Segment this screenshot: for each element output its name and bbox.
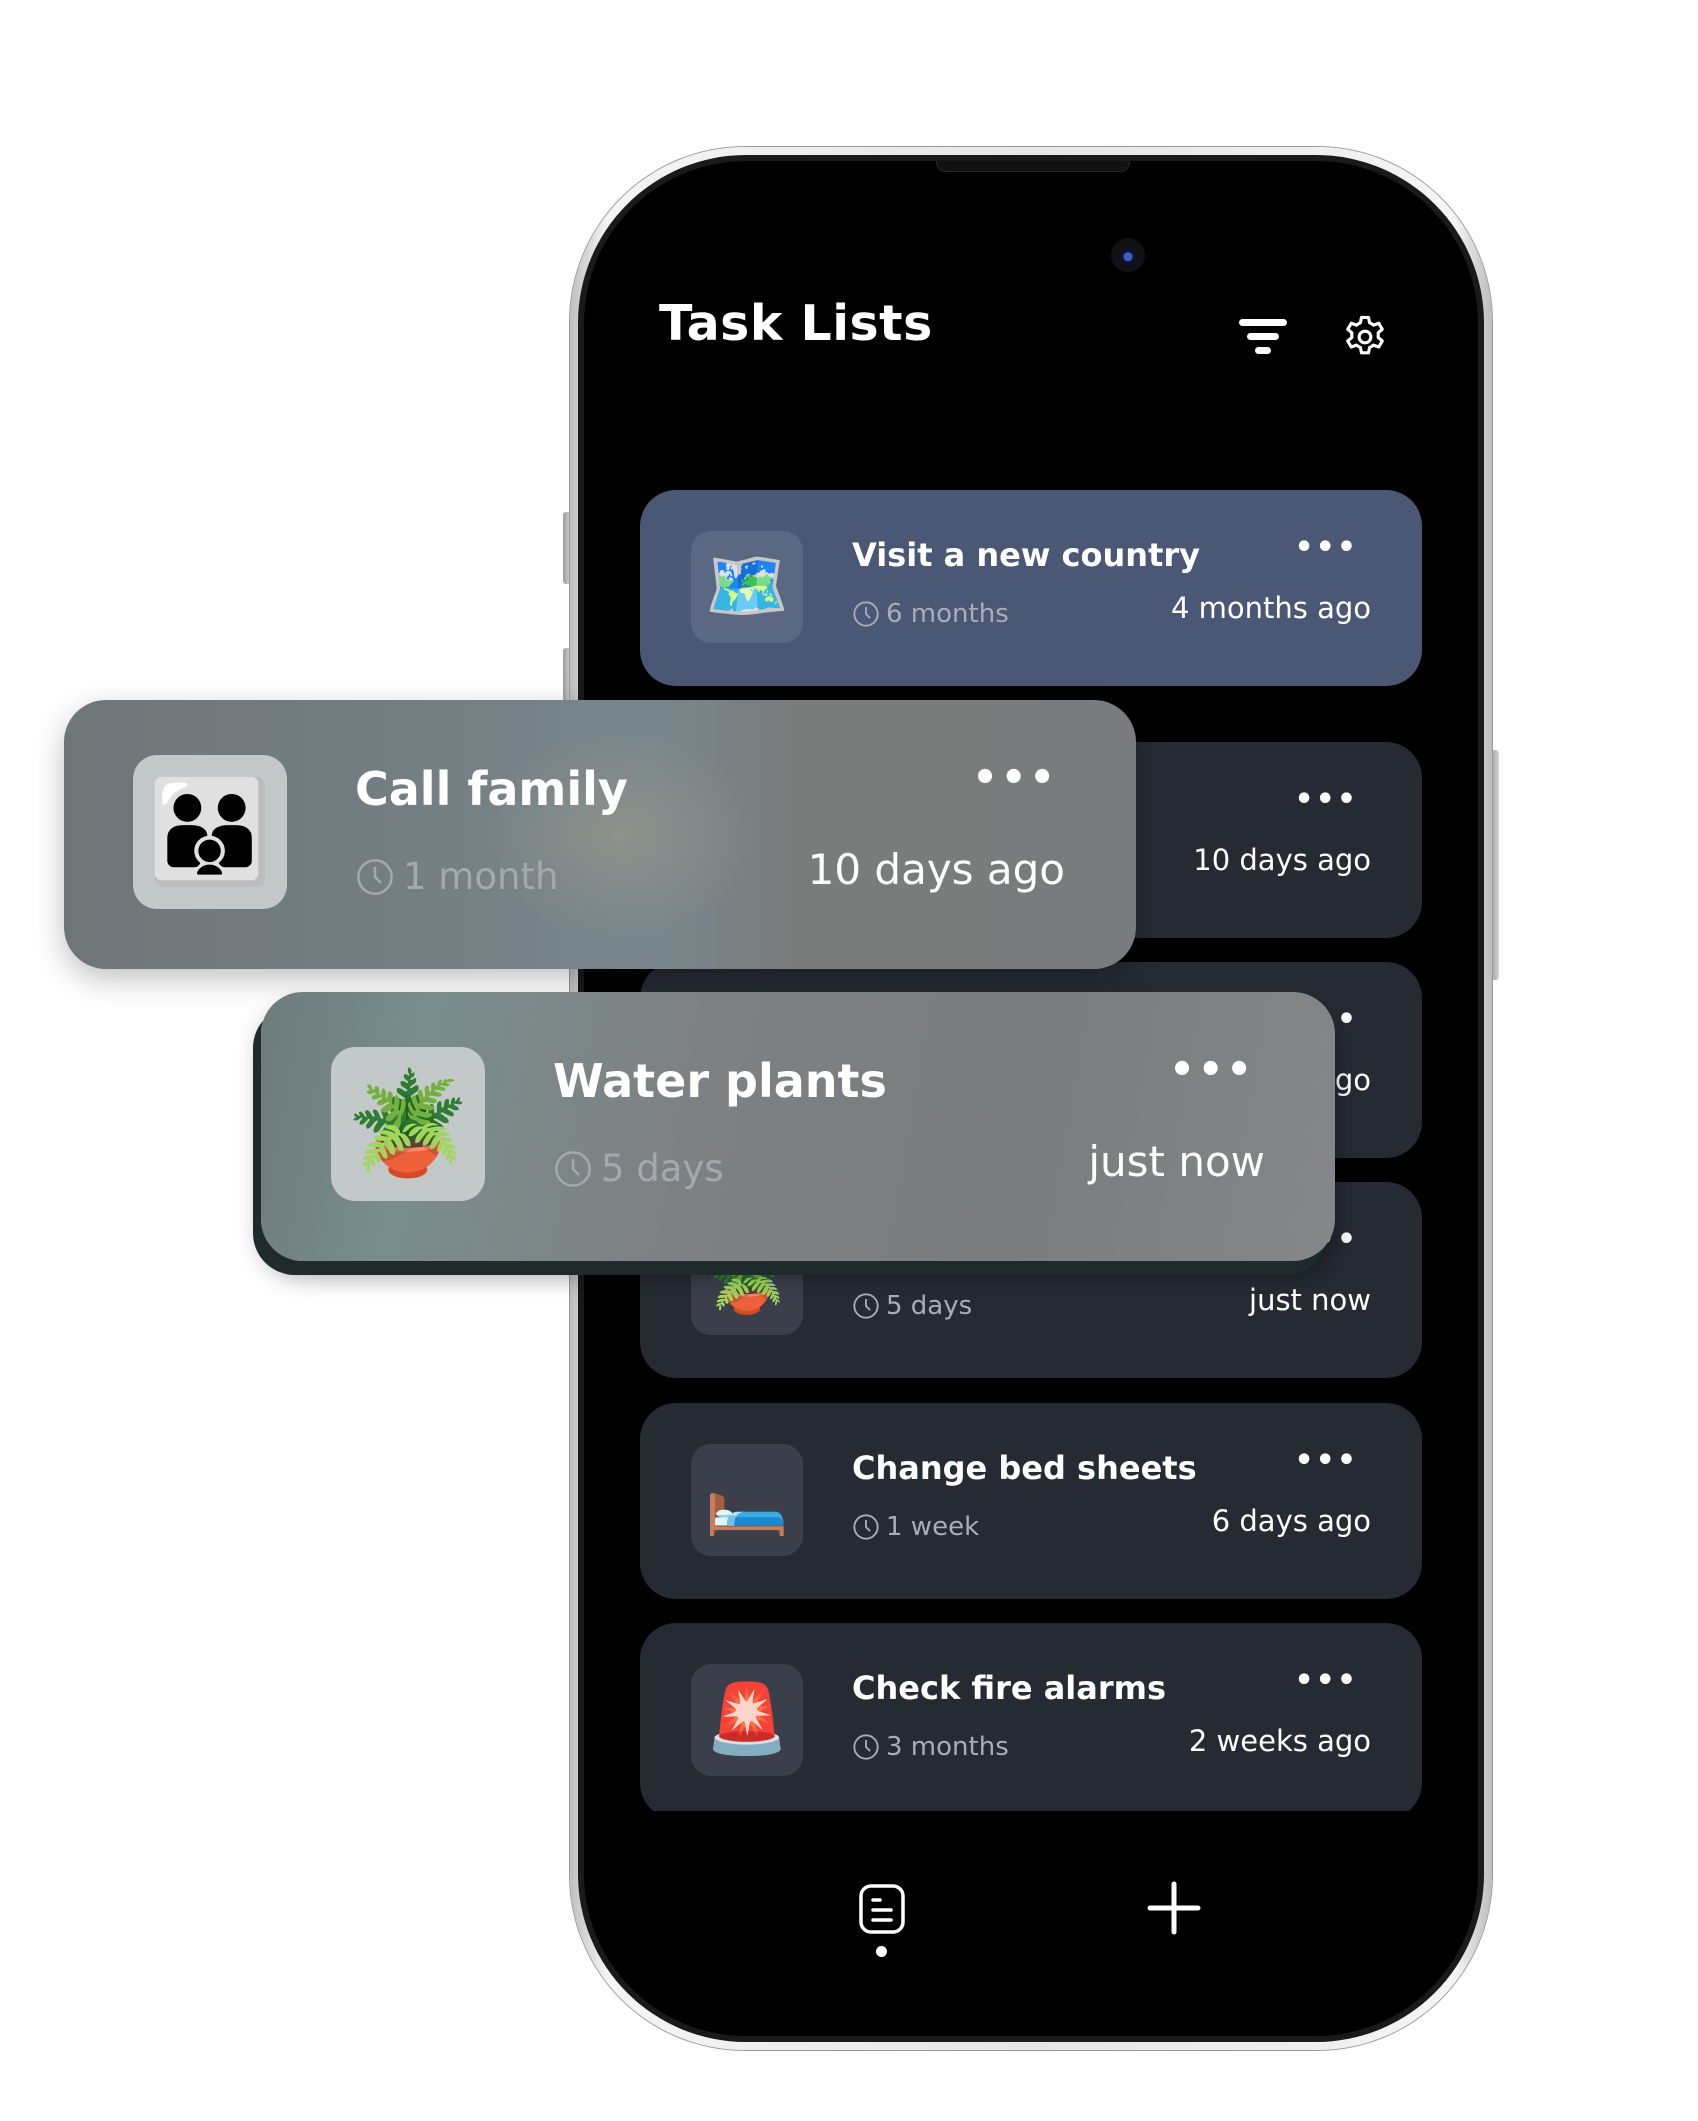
active-tab-indicator: [876, 1946, 887, 1957]
dragged-task-card[interactable]: 🪴 Water plants 5 days just now •••: [261, 992, 1335, 1261]
clock-icon: [853, 1514, 879, 1540]
task-interval: 5 days: [852, 1291, 972, 1321]
task-last-done: just now: [1088, 1137, 1265, 1186]
task-interval: 1 week: [852, 1512, 979, 1542]
add-task-button[interactable]: [1146, 1880, 1202, 1936]
filter-button[interactable]: [1235, 312, 1291, 362]
task-last-done: 6 days ago: [1211, 1504, 1371, 1538]
potted-plant-icon: 🪴: [331, 1047, 485, 1201]
more-options-button[interactable]: •••: [1294, 530, 1358, 565]
task-title: Call family: [355, 762, 628, 816]
task-interval-text: 6 months: [886, 599, 1009, 629]
more-options-button[interactable]: •••: [1294, 1443, 1358, 1478]
task-interval-text: 1 week: [886, 1512, 980, 1542]
dragged-task-card[interactable]: 👪 Call family 1 month 10 days ago •••: [64, 700, 1136, 969]
list-icon: [859, 1884, 905, 1934]
more-options-button[interactable]: •••: [1169, 1047, 1255, 1093]
task-last-done: 2 weeks ago: [1188, 1724, 1371, 1758]
task-last-done: 4 months ago: [1170, 591, 1371, 625]
speaker-grille: [936, 161, 1130, 172]
task-card[interactable]: 🗺️ Visit a new country 6 months 4 months…: [640, 490, 1422, 686]
clock-icon: [853, 601, 879, 627]
filter-icon: [1239, 319, 1287, 354]
task-last-done: go: [1334, 1063, 1371, 1097]
task-interval: 1 month: [355, 855, 558, 898]
siren-icon: 🚨: [691, 1664, 803, 1776]
world-map-icon: 🗺️: [691, 531, 803, 643]
phone-side-button: [1491, 750, 1499, 980]
clock-icon: [853, 1734, 879, 1760]
plus-icon: [1147, 1881, 1201, 1935]
task-title: Water plants: [553, 1054, 887, 1108]
task-interval-text: 1 month: [403, 855, 559, 898]
more-options-button[interactable]: •••: [972, 755, 1058, 801]
task-interval-text: 5 days: [886, 1291, 973, 1321]
bed-icon: 🛏️: [691, 1444, 803, 1556]
tab-task-lists[interactable]: [858, 1883, 906, 1935]
list-scroll-mask: [584, 1811, 1478, 1841]
task-interval: 3 months: [852, 1732, 1009, 1762]
task-title: Change bed sheets: [852, 1449, 1197, 1487]
task-interval-text: 5 days: [601, 1147, 724, 1190]
task-title: Check fire alarms: [852, 1669, 1167, 1707]
task-interval: 6 months: [852, 599, 1009, 629]
task-card[interactable]: 🛏️ Change bed sheets 1 week 6 days ago •…: [640, 1403, 1422, 1599]
more-options-button[interactable]: •••: [1294, 1663, 1358, 1698]
task-last-done: just now: [1249, 1283, 1371, 1317]
clock-icon: [853, 1293, 879, 1319]
gear-icon: [1346, 315, 1384, 355]
task-last-done: 10 days ago: [1193, 843, 1371, 877]
family-icon: 👪: [133, 755, 287, 909]
more-options-button[interactable]: •••: [1294, 782, 1358, 817]
task-interval-text: 3 months: [886, 1732, 1009, 1762]
front-camera: [1111, 238, 1145, 272]
page-title: Task Lists: [659, 295, 933, 352]
clock-icon: [555, 1150, 591, 1187]
settings-button[interactable]: [1338, 310, 1392, 364]
task-title: Visit a new country: [852, 536, 1200, 574]
clock-icon: [357, 858, 393, 895]
task-card[interactable]: 🚨 Check fire alarms 3 months 2 weeks ago…: [640, 1623, 1422, 1819]
task-last-done: 10 days ago: [807, 845, 1065, 894]
task-interval: 5 days: [553, 1147, 724, 1190]
